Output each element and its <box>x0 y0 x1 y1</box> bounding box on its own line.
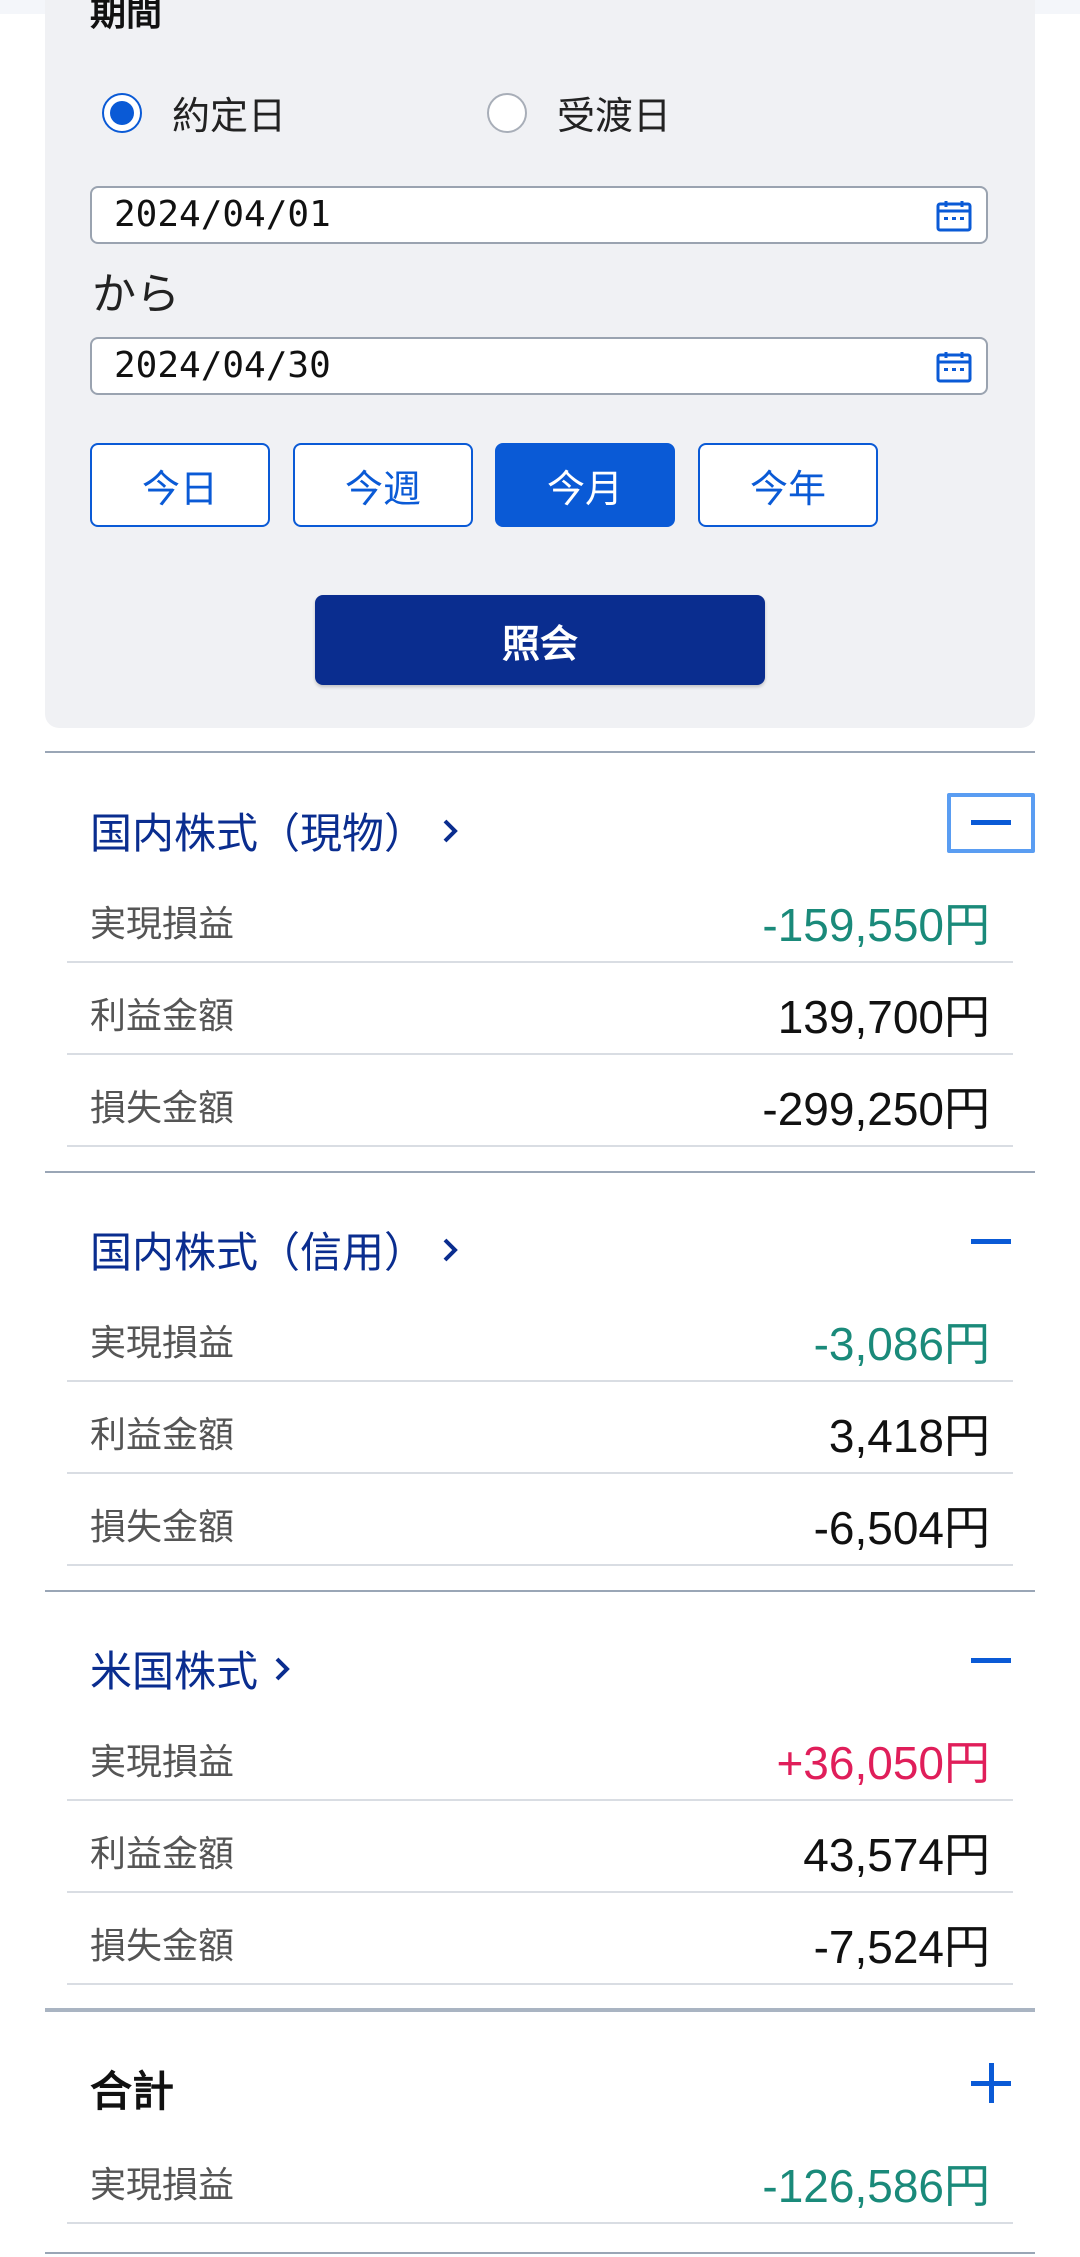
section-title-label: 国内株式（現物） <box>90 809 427 858</box>
chevron-right-icon <box>443 1238 458 1261</box>
row-value: -159,550円 <box>762 899 990 951</box>
minus-icon <box>971 1239 1011 1244</box>
section-divider <box>45 2008 1035 2012</box>
row-value: -7,524円 <box>813 1921 990 1973</box>
radio-trade-date-label: 約定日 <box>172 94 287 138</box>
search-panel: 期間 約定日 受渡日 2024/04/01 から 2024/04/30 今日 今… <box>45 0 1035 728</box>
end-date-value: 2024/04/30 <box>114 345 331 386</box>
period-label: 期間 <box>90 0 163 34</box>
quick-month-button[interactable]: 今月 <box>495 443 675 527</box>
plus-icon <box>971 2063 1011 2103</box>
section-title-us-stocks[interactable]: 米国株式 <box>90 1638 292 1699</box>
calendar-icon[interactable] <box>936 351 972 383</box>
table-row: 利益金額 43,574円 <box>67 1801 1013 1893</box>
row-value: -126,586円 <box>762 2160 990 2212</box>
row-value: -3,086円 <box>813 1318 990 1370</box>
row-label: 実現損益 <box>90 1323 235 1364</box>
section-divider <box>45 1171 1035 1173</box>
row-label: 損失金額 <box>90 1926 235 1967</box>
quick-week-button[interactable]: 今週 <box>293 443 473 527</box>
collapse-toggle-us-stocks[interactable] <box>947 1631 1035 1691</box>
section-title-label: 国内株式（信用） <box>90 1228 427 1277</box>
row-label: 損失金額 <box>90 1507 235 1548</box>
chevron-right-icon <box>443 819 458 842</box>
start-date-field[interactable]: 2024/04/01 <box>90 186 988 244</box>
collapse-toggle-domestic-margin[interactable] <box>947 1212 1035 1272</box>
row-label: 利益金額 <box>90 996 235 1037</box>
row-value: 43,574円 <box>803 1829 990 1881</box>
row-value: 3,418円 <box>828 1410 990 1462</box>
quick-year-button[interactable]: 今年 <box>698 443 878 527</box>
table-row: 実現損益 +36,050円 <box>67 1709 1013 1801</box>
section-divider <box>45 751 1035 753</box>
radio-delivery-date[interactable]: 受渡日 <box>487 85 671 140</box>
end-date-field[interactable]: 2024/04/30 <box>90 337 988 395</box>
section-divider <box>45 2252 1035 2254</box>
table-row: 損失金額 -6,504円 <box>67 1474 1013 1566</box>
row-value: -6,504円 <box>813 1502 990 1554</box>
row-value: 139,700円 <box>777 991 990 1043</box>
radio-trade-date[interactable]: 約定日 <box>102 85 286 140</box>
row-label: 実現損益 <box>90 1742 235 1783</box>
row-label: 実現損益 <box>90 2165 235 2206</box>
section-title-domestic-cash[interactable]: 国内株式（現物） <box>90 800 460 861</box>
quick-today-button[interactable]: 今日 <box>90 443 270 527</box>
section-title-label: 米国株式 <box>90 1647 259 1696</box>
table-row: 利益金額 3,418円 <box>67 1382 1013 1474</box>
section-title-domestic-margin[interactable]: 国内株式（信用） <box>90 1219 460 1280</box>
table-row: 実現損益 -159,550円 <box>67 871 1013 963</box>
table-row: 損失金額 -7,524円 <box>67 1893 1013 1985</box>
table-row: 利益金額 139,700円 <box>67 963 1013 1055</box>
radio-circle <box>487 92 527 133</box>
section-divider <box>45 1590 1035 1592</box>
radio-delivery-date-label: 受渡日 <box>557 94 672 138</box>
row-value: -299,250円 <box>762 1083 990 1135</box>
start-date-value: 2024/04/01 <box>114 194 331 235</box>
row-label: 利益金額 <box>90 1834 235 1875</box>
minus-icon <box>971 820 1011 825</box>
calendar-icon[interactable] <box>936 200 972 232</box>
expand-toggle-total[interactable] <box>947 2053 1035 2113</box>
inquiry-button[interactable]: 照会 <box>315 595 765 685</box>
row-label: 実現損益 <box>90 904 235 945</box>
collapse-toggle-domestic-cash[interactable] <box>947 793 1035 853</box>
table-row: 実現損益 -3,086円 <box>67 1290 1013 1382</box>
from-label: から <box>92 269 180 320</box>
minus-icon <box>971 1658 1011 1663</box>
row-label: 損失金額 <box>90 1088 235 1129</box>
row-label: 利益金額 <box>90 1415 235 1456</box>
radio-circle-selected <box>102 92 142 133</box>
table-row: 実現損益 -126,586円 <box>67 2132 1013 2224</box>
chevron-right-icon <box>275 1657 290 1680</box>
table-row: 損失金額 -299,250円 <box>67 1055 1013 1147</box>
total-title: 合計 <box>90 2067 175 2116</box>
row-value: +36,050円 <box>776 1737 990 1789</box>
